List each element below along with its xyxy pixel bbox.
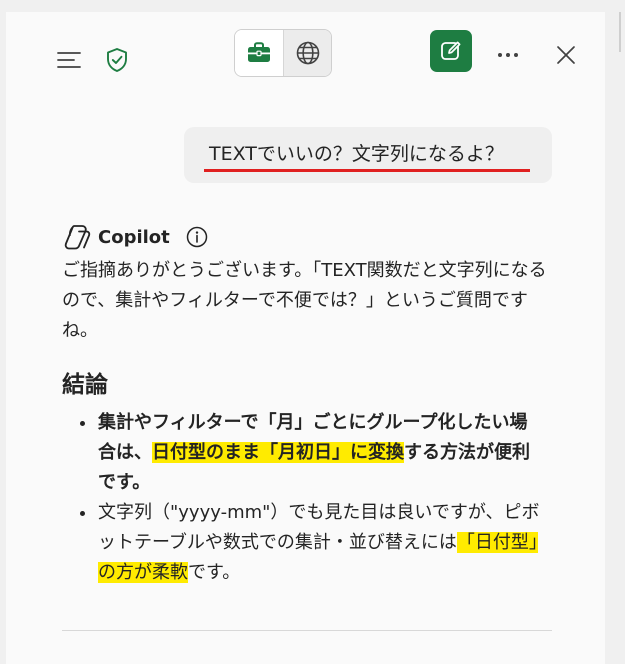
info-icon[interactable]	[186, 226, 208, 248]
user-message-text: TEXTでいいの？文字列になるよ？	[209, 143, 504, 165]
briefcase-icon	[248, 42, 270, 62]
new-chat-button[interactable]	[430, 30, 472, 72]
answer-bullet-list: 集計やフィルターで「月」ごとにグループ化したい場合は、日付型のまま「月初日」に変…	[62, 408, 542, 588]
hamburger-menu-icon	[57, 52, 81, 68]
more-options-button[interactable]	[493, 40, 523, 70]
list-item: 集計やフィルターで「月」ごとにグループ化したい場合は、日付型のまま「月初日」に変…	[62, 408, 542, 498]
assistant-header: Copilot	[62, 222, 208, 252]
assistant-intro-text: ご指摘ありがとうございます。「TEXT関数だと文字列になるので、集計やフィルター…	[62, 260, 547, 341]
assistant-name: Copilot	[98, 226, 170, 248]
work-mode-button[interactable]	[235, 30, 283, 76]
menu-button[interactable]	[49, 40, 89, 80]
red-underline-annotation	[204, 169, 530, 172]
bullet-text: です。	[188, 562, 241, 583]
mode-toggle	[234, 29, 332, 77]
answer-heading: 結論	[62, 372, 108, 398]
divider	[62, 630, 552, 631]
window-edge	[605, 12, 625, 664]
protection-status-button[interactable]	[97, 40, 137, 80]
close-button[interactable]	[551, 40, 581, 70]
list-item: 文字列（"yyyy-mm"）でも見た目は良いですが、ピボットテーブルや数式での集…	[62, 498, 542, 588]
user-message-bubble: TEXTでいいの？文字列になるよ？	[184, 127, 552, 183]
highlighted-text: 日付型のまま「月初日」に変換	[152, 442, 404, 463]
scrollbar[interactable]	[619, 12, 621, 52]
web-mode-button[interactable]	[283, 30, 331, 76]
bullet-dot	[80, 511, 85, 516]
close-icon	[557, 46, 575, 64]
more-horizontal-icon	[498, 53, 518, 57]
copilot-logo-icon	[64, 225, 91, 250]
copilot-panel: TEXTでいいの？文字列になるよ？ Copilot ご指摘ありがとうございます。…	[6, 12, 605, 664]
bullet-dot	[80, 421, 85, 426]
compose-icon	[441, 41, 461, 60]
globe-icon	[296, 41, 320, 65]
shield-check-icon	[107, 48, 127, 72]
